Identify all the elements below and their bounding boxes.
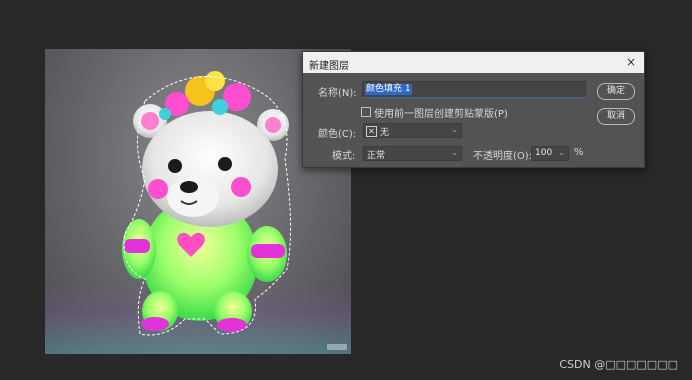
new-layer-dialog: 新建图层 × 名称(N): 颜色填充 1 使用前一图层创建剪贴蒙版(P) 颜色(… [302,51,645,168]
csdn-watermark: CSDN @□□□□□□□ [559,358,678,371]
mode-value: 正常 [367,151,386,161]
ok-button[interactable]: 确定 [597,83,635,100]
color-select[interactable]: ✕ 无 ⌄ [363,123,462,138]
chevron-down-icon: ⌄ [451,148,458,157]
clipping-mask-label[interactable]: 使用前一图层创建剪贴蒙版(P) [374,105,508,120]
clipping-mask-checkbox[interactable] [361,107,371,117]
dialog-titlebar[interactable]: 新建图层 × [303,52,644,73]
close-icon[interactable]: × [624,55,638,69]
layer-name-value: 颜色填充 1 [365,84,412,95]
no-color-swatch-icon: ✕ [366,126,377,137]
image-corner-mark [327,344,347,350]
cancel-button[interactable]: 取消 [597,108,635,125]
chevron-down-icon: ⌄ [558,148,565,157]
opacity-label: 不透明度(O): [473,151,533,162]
chevron-down-icon: ⌄ [451,125,458,134]
name-label: 名称(N): [318,88,357,99]
dialog-title: 新建图层 [309,61,349,72]
mode-label: 模式: [332,151,356,162]
layer-name-input[interactable]: 颜色填充 1 [362,81,586,98]
color-value: 无 [380,128,390,138]
color-label: 颜色(C): [318,129,357,140]
opacity-input[interactable]: 100 ⌄ [531,146,569,161]
opacity-value: 100 [535,148,553,158]
mode-select[interactable]: 正常 ⌄ [363,146,462,161]
opacity-unit: % [574,147,584,158]
